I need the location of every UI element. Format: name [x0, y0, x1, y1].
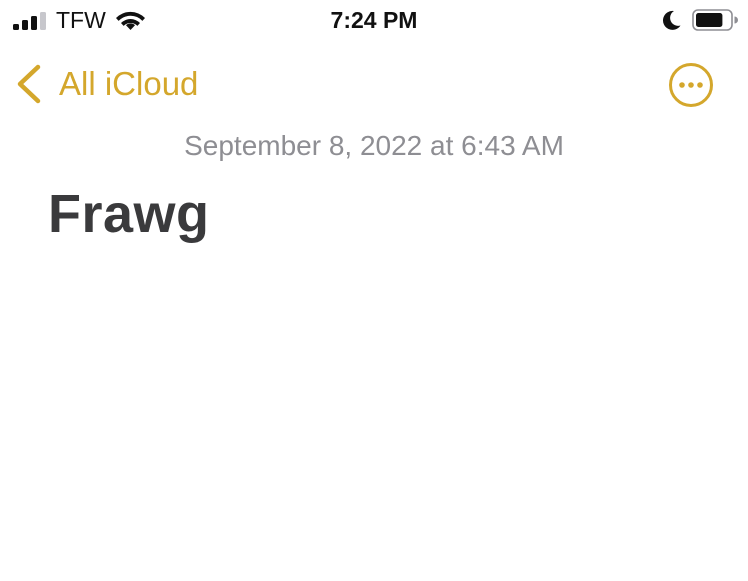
ellipsis-circle-icon[interactable]: [668, 62, 714, 108]
moon-icon: [662, 10, 681, 30]
note-title[interactable]: Frawg: [48, 182, 210, 246]
battery-icon: [692, 9, 738, 31]
back-button-label: All iCloud: [59, 65, 199, 102]
note-date: September 8, 2022 at 6:43 AM: [184, 130, 564, 161]
notes-screen: TFW 7:24 PM All iCloud September 8, 2022…: [0, 0, 748, 581]
back-button[interactable]: All iCloud: [14, 62, 198, 106]
chevron-left-icon: [17, 64, 41, 104]
status-bar: TFW 7:24 PM: [0, 0, 748, 40]
status-time: 7:24 PM: [330, 7, 418, 33]
